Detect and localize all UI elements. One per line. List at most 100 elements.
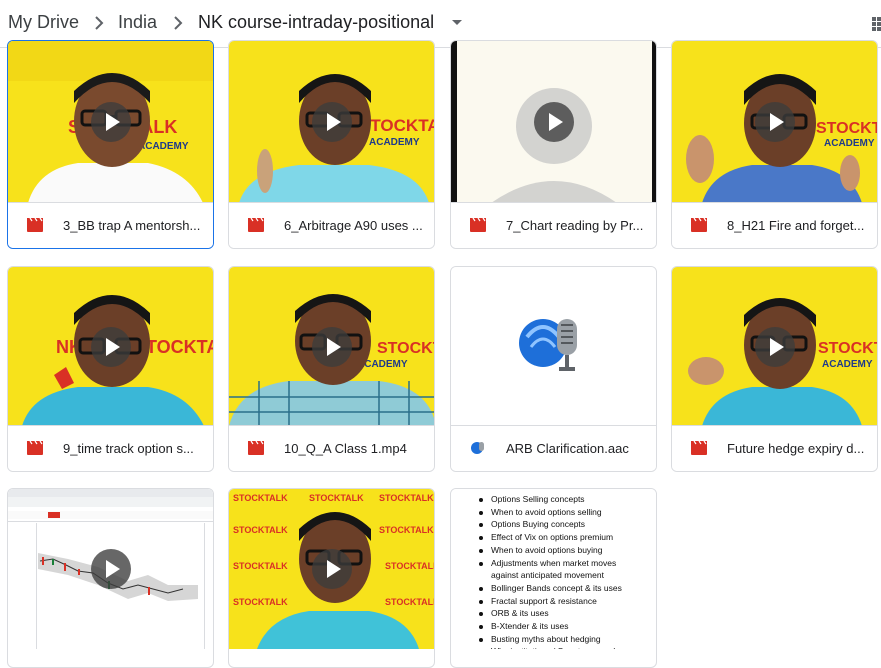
svg-text:STOCKTALK: STOCKTALK <box>379 493 434 503</box>
svg-text:STOCKTALK: STOCKTALK <box>377 340 434 357</box>
document-line: B-Xtender & its uses <box>473 620 622 633</box>
video-thumbnail: STOCKTALK ACADEMY <box>672 41 877 203</box>
file-card-8-h21[interactable]: STOCKTALK ACADEMY 8_H21 Fire and forget.… <box>671 40 878 249</box>
svg-text:STOCKTALK: STOCKTALK <box>385 561 434 571</box>
play-icon <box>754 326 795 367</box>
video-file-icon <box>691 218 707 232</box>
document-line: Options Buying concepts <box>473 518 622 531</box>
chevron-right-icon <box>95 16 104 30</box>
file-card-topics-document[interactable]: Options Selling concepts When to avoid op… <box>450 488 657 668</box>
file-card-arb-clarification[interactable]: ARB Clarification.aac <box>450 266 657 472</box>
video-thumbnail <box>8 489 213 649</box>
document-line: Effect of Vix on options premium <box>473 531 622 544</box>
play-icon <box>90 549 131 589</box>
play-icon <box>311 549 352 589</box>
bullet-icon <box>479 523 483 528</box>
bullet-icon <box>479 561 483 566</box>
file-name: ARB Clarification.aac <box>506 441 629 456</box>
document-line: Busting myths about hedging <box>473 633 622 646</box>
file-card-future-hedge[interactable]: STOCKTAL ACADEMY Future hedge expiry d..… <box>671 266 878 472</box>
bullet-list-icon <box>451 489 471 649</box>
document-line: ORB & its uses <box>473 607 622 620</box>
file-name: 10_Q_A Class 1.mp4 <box>284 441 407 456</box>
svg-text:STOCKTALK: STOCKTALK <box>233 493 288 503</box>
file-card-stocktalk-video[interactable]: STOCKTALK STOCKTALK STOCKTALK STOCKTALK … <box>228 488 435 668</box>
video-file-icon <box>27 218 43 232</box>
breadcrumb-india[interactable]: India <box>118 12 157 33</box>
grid-view-icon[interactable] <box>872 17 881 31</box>
play-icon <box>311 326 352 367</box>
document-line: Fractal support & resistance <box>473 595 622 608</box>
file-card-9-time-track[interactable]: NK STOCKTALK 9_time track option s... <box>7 266 214 472</box>
bullet-icon <box>479 637 483 642</box>
bullet-icon <box>479 586 483 591</box>
bullet-icon <box>479 625 483 630</box>
play-icon <box>311 102 352 142</box>
document-line: Bollinger Bands concept & its uses <box>473 582 622 595</box>
bullet-icon <box>479 548 483 553</box>
video-thumbnail: STOCKTALK STOCKTALK STOCKTALK STOCKTALK … <box>229 489 434 649</box>
document-thumbnail: Options Selling concepts When to avoid op… <box>451 489 656 649</box>
document-line: Why institutions / Smart money do <box>473 645 622 649</box>
play-icon <box>533 102 574 142</box>
video-thumbnail: STOCKTAL ACADEMY <box>672 267 877 426</box>
video-file-icon <box>27 441 43 455</box>
svg-text:STOCKTALK: STOCKTALK <box>379 525 434 535</box>
svg-text:ACADEMY: ACADEMY <box>138 141 189 152</box>
file-title-row: Future hedge expiry d... <box>672 425 877 471</box>
document-line: When to avoid options selling <box>473 506 622 519</box>
folder-dropdown-icon[interactable] <box>452 20 462 25</box>
breadcrumb-my-drive[interactable]: My Drive <box>8 12 79 33</box>
svg-text:STOCKTALK: STOCKTALK <box>385 597 434 607</box>
bullet-icon <box>479 498 483 502</box>
file-title-row: 6_Arbitrage A90 uses ... <box>229 202 434 248</box>
svg-text:ACADEMY: ACADEMY <box>369 137 420 148</box>
audio-thumbnail <box>451 267 656 426</box>
file-name: 9_time track option s... <box>63 441 194 456</box>
play-icon <box>754 102 795 142</box>
document-line: against anticipated movement <box>491 570 604 581</box>
play-icon <box>90 102 131 142</box>
document-line: Adjustments when market moves <box>473 557 622 570</box>
video-thumbnail: NK STOCKTALK <box>8 267 213 426</box>
play-icon <box>90 326 131 367</box>
bullet-icon <box>479 612 483 617</box>
file-title-row: 3_BB trap A mentorsh... <box>8 202 213 248</box>
video-thumbnail <box>451 41 656 203</box>
chevron-right-icon <box>174 16 183 30</box>
video-thumbnail: STOCKTALK ACADEMY <box>229 41 434 203</box>
svg-text:STOCKTALK: STOCKTALK <box>309 493 364 503</box>
audio-file-icon <box>471 442 484 454</box>
svg-text:STOCKTALK: STOCKTALK <box>233 597 288 607</box>
file-title-row: 7_Chart reading by Pr... <box>451 202 656 248</box>
file-title-row: 10_Q_A Class 1.mp4 <box>229 425 434 471</box>
video-file-icon <box>248 218 264 232</box>
file-card-6-arbitrage[interactable]: STOCKTALK ACADEMY 6_Arbitrage A90 uses .… <box>228 40 435 249</box>
document-line: Options Selling concepts <box>473 493 622 506</box>
file-name: Future hedge expiry d... <box>727 441 865 456</box>
file-title-row: 8_H21 Fire and forget... <box>672 202 877 248</box>
file-card-chart-recording[interactable] <box>7 488 214 668</box>
bullet-icon <box>479 599 483 604</box>
bullet-icon <box>479 536 483 541</box>
document-line: When to avoid options buying <box>473 544 622 557</box>
file-name: 8_H21 Fire and forget... <box>727 218 865 233</box>
document-lines: Options Selling concepts When to avoid op… <box>473 493 622 649</box>
video-file-icon <box>248 441 264 455</box>
bullet-icon <box>479 510 483 515</box>
breadcrumb-current-folder[interactable]: NK course-intraday-positional <box>198 12 434 33</box>
file-card-3-bb-trap[interactable]: STOCKTALK ACADEMY 3_BB trap A mentorsh..… <box>7 40 214 249</box>
svg-text:STOCKTAL: STOCKTAL <box>818 340 877 357</box>
svg-text:STOCKTALK: STOCKTALK <box>233 561 288 571</box>
video-file-icon <box>470 218 486 232</box>
svg-text:ACADEMY: ACADEMY <box>822 359 873 370</box>
file-name: 3_BB trap A mentorsh... <box>63 218 201 233</box>
file-title-row: ARB Clarification.aac <box>451 425 656 471</box>
file-title-row: 9_time track option s... <box>8 425 213 471</box>
file-name: 7_Chart reading by Pr... <box>506 218 644 233</box>
file-card-10-q-a[interactable]: STOCKTALK ACADEMY 10_Q_A Class 1.mp4 <box>228 266 435 472</box>
svg-text:ACADEMY: ACADEMY <box>824 138 875 149</box>
video-thumbnail: STOCKTALK ACADEMY <box>229 267 434 426</box>
file-card-7-chart-reading[interactable]: 7_Chart reading by Pr... <box>450 40 657 249</box>
svg-text:STOCKTALK: STOCKTALK <box>816 120 877 137</box>
